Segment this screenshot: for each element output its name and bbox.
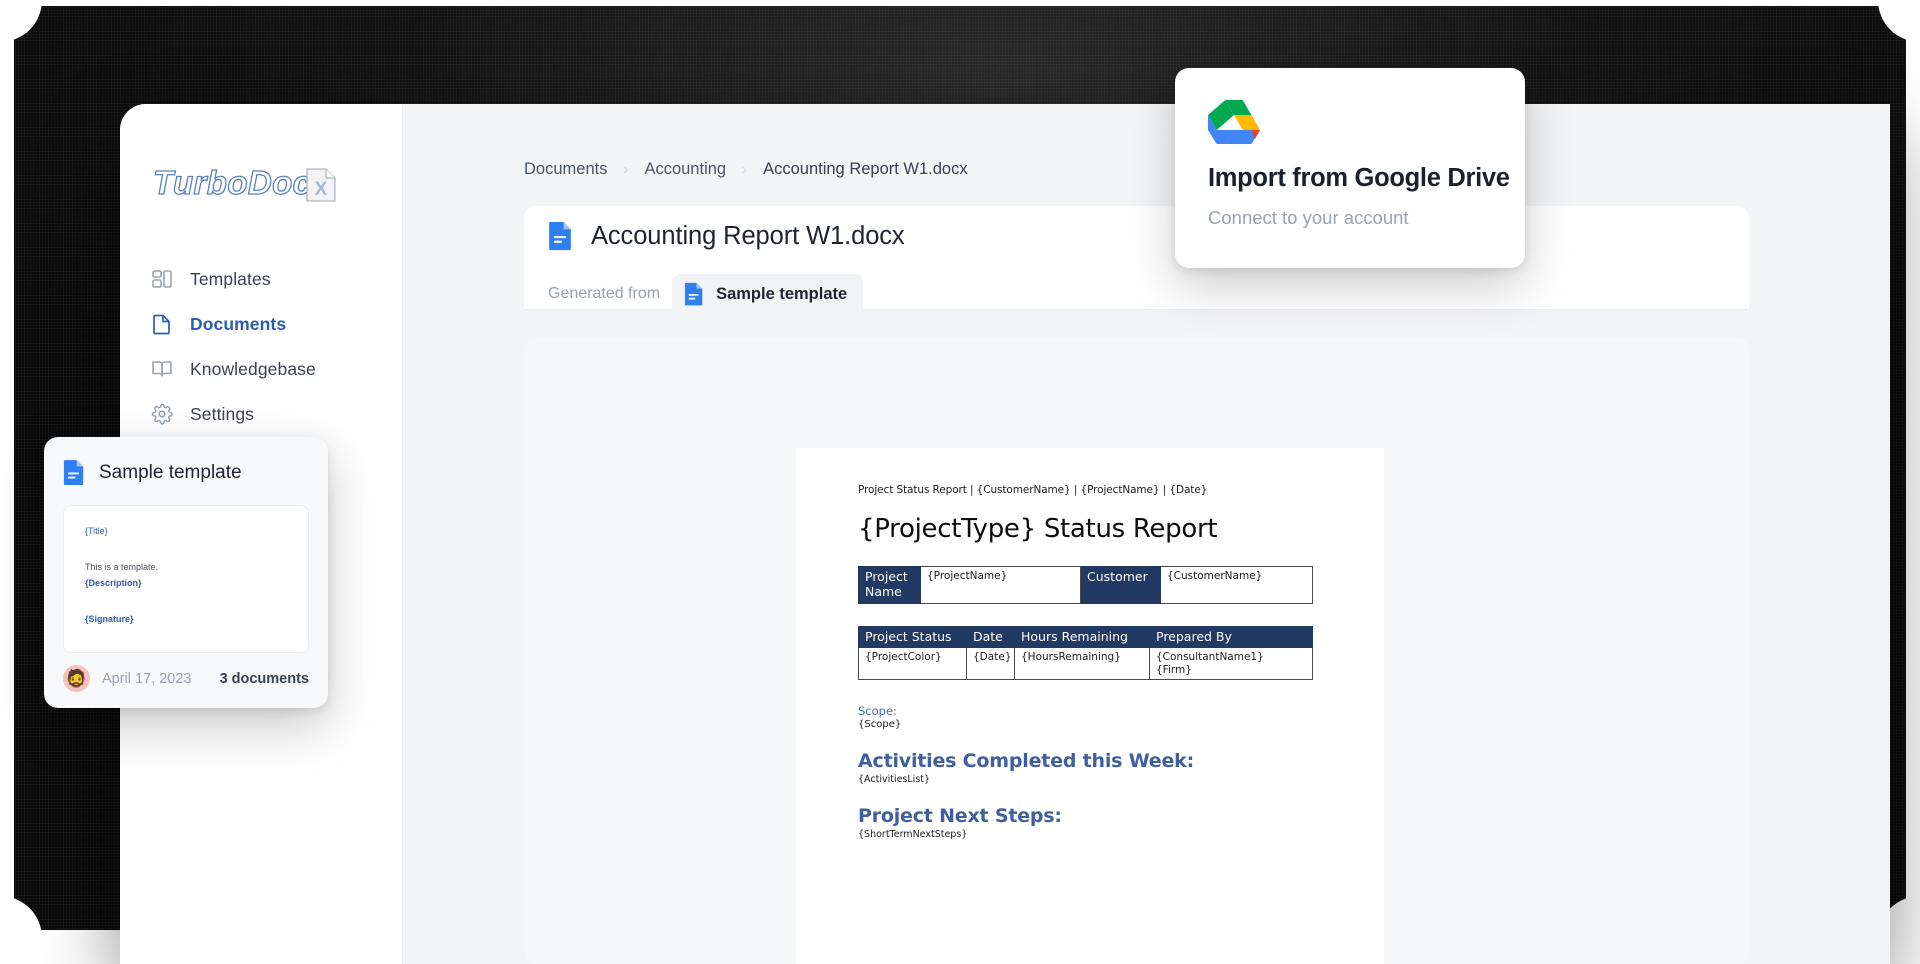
- blue-docx-file-icon: [684, 282, 704, 306]
- doc-td-hours-remaining: {HoursRemaining}: [1015, 648, 1150, 680]
- content-area: Documents › Accounting › Accounting Repo…: [403, 104, 1890, 964]
- doc-scope-label: Scope:: [858, 704, 1328, 718]
- doc-cell-project-name-header: Project Name: [859, 567, 921, 604]
- doc-cell-customer-header: Customer: [1081, 567, 1161, 604]
- doc-th-date: Date: [967, 626, 1015, 648]
- page-frame-top: [0, 0, 1920, 6]
- document-header-card: Accounting Report W1.docx Generated from: [524, 206, 1749, 309]
- doc-nextsteps-heading: Project Next Steps:: [858, 805, 1328, 827]
- breadcrumb-item-accounting[interactable]: Accounting: [644, 160, 726, 179]
- breadcrumb-item-current[interactable]: Accounting Report W1.docx: [763, 160, 968, 179]
- table-row: Project Status Date Hours Remaining Prep…: [859, 626, 1313, 648]
- sidebar-item-label: Documents: [190, 314, 286, 335]
- doc-th-hours-remaining: Hours Remaining: [1015, 626, 1150, 648]
- sidebar-nav: Templates Documents Kn: [150, 264, 380, 444]
- doc-nextsteps-value: {ShortTermNextSteps}: [858, 829, 1328, 840]
- template-card-count: 3 documents: [220, 671, 309, 687]
- doc-th-prepared-by: Prepared By: [1150, 626, 1313, 648]
- book-icon: [150, 357, 174, 381]
- docx-badge-icon: X: [306, 168, 336, 202]
- doc-table-gap: [858, 604, 1328, 626]
- generated-from-label: Generated from: [548, 285, 660, 303]
- template-card-footer: 🧔 April 17, 2023 3 documents: [63, 665, 309, 692]
- doc-cell-project-name-value: {ProjectName}: [921, 567, 1081, 604]
- template-preview-line-title: {Title}: [85, 526, 108, 536]
- sidebar-item-label: Knowledgebase: [190, 359, 316, 380]
- import-from-google-drive-card[interactable]: Import from Google Drive Connect to your…: [1175, 68, 1525, 268]
- doc-table-status: Project Status Date Hours Remaining Prep…: [858, 626, 1313, 681]
- source-template-chip-label: Sample template: [716, 285, 847, 304]
- template-card-date: April 17, 2023: [102, 671, 191, 687]
- template-preview-line-body: This is a template.: [85, 562, 158, 572]
- svg-text:X: X: [315, 179, 328, 200]
- page-frame-right: [1906, 0, 1920, 938]
- table-row: Project Name {ProjectName} Customer {Cus…: [859, 567, 1313, 604]
- app-logo[interactable]: TurboDoc X: [153, 164, 336, 202]
- grid-icon: [150, 267, 174, 291]
- template-card-preview: {Title} This is a template. {Description…: [63, 505, 309, 653]
- sidebar-item-knowledgebase[interactable]: Knowledgebase: [150, 354, 380, 384]
- document-title-row: Accounting Report W1.docx: [548, 221, 905, 251]
- doc-main-title: {ProjectType} Status Report: [858, 514, 1328, 544]
- blue-docx-file-icon: [63, 459, 85, 486]
- doc-table-project-info: Project Name {ProjectName} Customer {Cus…: [858, 566, 1313, 604]
- table-row: {ProjectColor} {Date} {HoursRemaining} {…: [859, 648, 1313, 680]
- sidebar-item-label: Templates: [190, 269, 271, 290]
- doc-header-line: Project Status Report | {CustomerName} |…: [858, 484, 1328, 496]
- generated-from-row: Generated from Sample template: [548, 274, 863, 314]
- source-template-chip[interactable]: Sample template: [672, 274, 863, 314]
- template-card-header: Sample template: [63, 459, 242, 486]
- template-card-title: Sample template: [99, 462, 242, 484]
- breadcrumb: Documents › Accounting › Accounting Repo…: [524, 160, 968, 179]
- app-logo-text: TurboDoc: [153, 164, 311, 202]
- document-preview-area: Project Status Report | {CustomerName} |…: [524, 338, 1749, 964]
- google-drive-icon: [1208, 98, 1260, 144]
- doc-td-date: {Date}: [967, 648, 1015, 680]
- sidebar-item-templates[interactable]: Templates: [150, 264, 380, 294]
- sidebar-item-label: Settings: [190, 404, 254, 425]
- template-preview-line-signature: {Signature}: [85, 614, 134, 624]
- page-title: Accounting Report W1.docx: [591, 222, 905, 251]
- doc-td-project-status: {ProjectColor}: [859, 648, 967, 680]
- page-frame-left: [0, 0, 14, 938]
- avatar: 🧔: [63, 665, 90, 692]
- chevron-right-icon: ›: [742, 161, 747, 178]
- blue-docx-file-icon: [548, 221, 573, 251]
- template-preview-line-description: {Description}: [85, 578, 142, 588]
- doc-th-project-status: Project Status: [859, 626, 967, 648]
- sidebar-item-settings[interactable]: Settings: [150, 399, 380, 429]
- sample-template-card[interactable]: Sample template {Title} This is a templa…: [44, 437, 328, 708]
- gear-icon: [150, 402, 174, 426]
- sidebar-item-documents[interactable]: Documents: [150, 309, 380, 339]
- chevron-right-icon: ›: [623, 161, 628, 178]
- doc-scope-value: {Scope}: [858, 719, 1328, 730]
- document-icon: [150, 312, 174, 336]
- app-window: TurboDoc X Templates: [120, 104, 1890, 964]
- doc-activities-heading: Activities Completed this Week:: [858, 750, 1328, 772]
- gdrive-card-subtitle[interactable]: Connect to your account: [1208, 207, 1409, 229]
- breadcrumb-item-documents[interactable]: Documents: [524, 160, 607, 179]
- doc-activities-value: {ActivitiesList}: [858, 774, 1328, 785]
- doc-td-prepared-by: {ConsultantName1} {Firm}: [1150, 648, 1313, 680]
- gdrive-card-title: Import from Google Drive: [1208, 164, 1510, 193]
- doc-cell-customer-value: {CustomerName}: [1161, 567, 1313, 604]
- document-page: Project Status Report | {CustomerName} |…: [796, 448, 1384, 964]
